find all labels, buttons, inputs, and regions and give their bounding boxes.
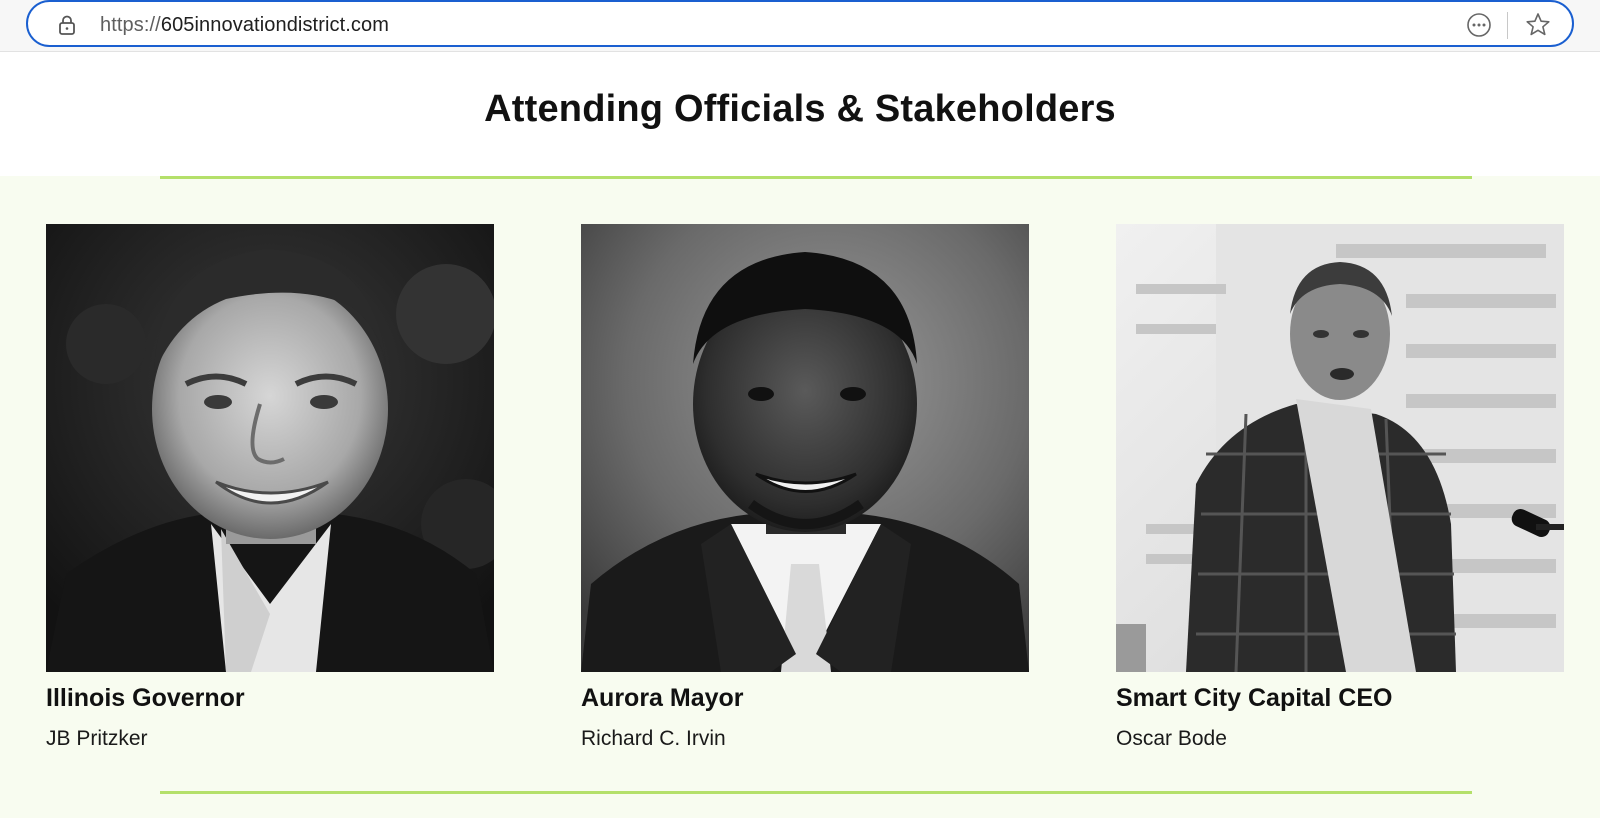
url-scheme: https://: [100, 14, 161, 36]
person-photo-bode: [1116, 224, 1564, 672]
top-divider-line: [160, 176, 1472, 179]
url-text[interactable]: https://605innovationdistrict.com: [100, 14, 389, 37]
bottom-divider-line: [160, 791, 1472, 794]
officials-section: Illinois Governor JB Pritzker Aurora May…: [0, 176, 1600, 818]
person-name: JB Pritzker: [46, 727, 148, 750]
favorite-star-icon[interactable]: [1524, 11, 1552, 39]
person-name: Oscar Bode: [1116, 727, 1227, 750]
toolbar-divider: [1507, 12, 1508, 39]
heading-section: Attending Officials & Stakeholders: [0, 52, 1600, 176]
person-photo-irvin: [581, 224, 1029, 672]
browser-toolbar: https://605innovationdistrict.com: [0, 0, 1600, 52]
person-name: Richard C. Irvin: [581, 727, 726, 750]
person-role: Smart City Capital CEO: [1116, 684, 1393, 712]
more-options-icon[interactable]: [1466, 12, 1492, 38]
url-host: 605innovationdistrict.com: [160, 14, 390, 36]
address-bar[interactable]: https://605innovationdistrict.com: [26, 0, 1574, 47]
person-photo-pritzker: [46, 224, 494, 672]
lock-icon[interactable]: [56, 14, 78, 36]
person-role: Illinois Governor: [46, 684, 245, 712]
page-title: Attending Officials & Stakeholders: [484, 88, 1116, 130]
person-role: Aurora Mayor: [581, 684, 744, 712]
page-content: Attending Officials & Stakeholders Illin…: [0, 52, 1600, 818]
